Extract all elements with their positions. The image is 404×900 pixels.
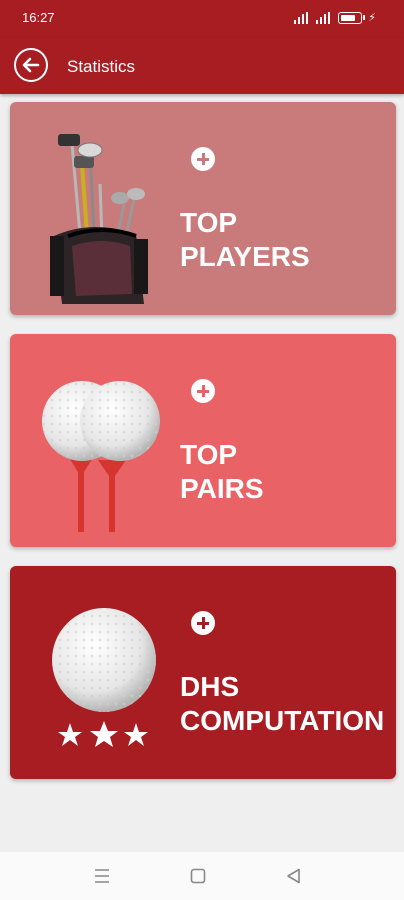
golf-bag-icon (50, 134, 148, 304)
status-icons: ⚡ (294, 11, 376, 24)
card-title-line1: TOP (180, 207, 238, 238)
signal-icon (294, 11, 310, 24)
golf-ball-stars-icon (52, 608, 156, 747)
top-players-card[interactable]: TOP PLAYERS (10, 102, 396, 315)
plus-circle-icon[interactable] (191, 147, 215, 171)
dhs-computation-card[interactable]: DHS COMPUTATION (10, 566, 396, 779)
card-title-line1: TOP (180, 439, 238, 470)
battery-icon (338, 11, 366, 24)
app-bar: Statistics (0, 38, 404, 94)
arrow-left-icon (22, 57, 40, 73)
menu-icon[interactable] (92, 866, 112, 886)
status-bar: 16:27 ⚡ (0, 0, 404, 38)
charging-icon: ⚡ (368, 12, 376, 24)
plus-circle-icon[interactable] (191, 379, 215, 403)
card-title-line2: PAIRS (180, 473, 264, 504)
golf-balls-on-tees-icon (42, 381, 160, 532)
back-triangle-icon[interactable] (284, 866, 304, 886)
system-nav-bar (0, 852, 404, 900)
card-title: TOP PAIRS (180, 438, 264, 506)
card-title-line2: COMPUTATION (180, 705, 385, 736)
status-time: 16:27 (22, 10, 55, 25)
page-title: Statistics (67, 57, 136, 76)
signal-icon-2 (316, 11, 332, 24)
home-square-icon[interactable] (188, 866, 208, 886)
card-title-line1: DHS (180, 671, 240, 702)
plus-circle-icon[interactable] (191, 611, 215, 635)
card-title: TOP PLAYERS (180, 206, 310, 274)
card-title-line2: PLAYERS (180, 241, 310, 272)
back-button[interactable] (14, 48, 48, 82)
card-title: DHS COMPUTATION (180, 670, 384, 738)
statistics-screen: 16:27 ⚡ Statistics TOP PLAYERS TOP PAIRS… (0, 0, 404, 900)
top-pairs-card[interactable]: TOP PAIRS (10, 334, 396, 547)
